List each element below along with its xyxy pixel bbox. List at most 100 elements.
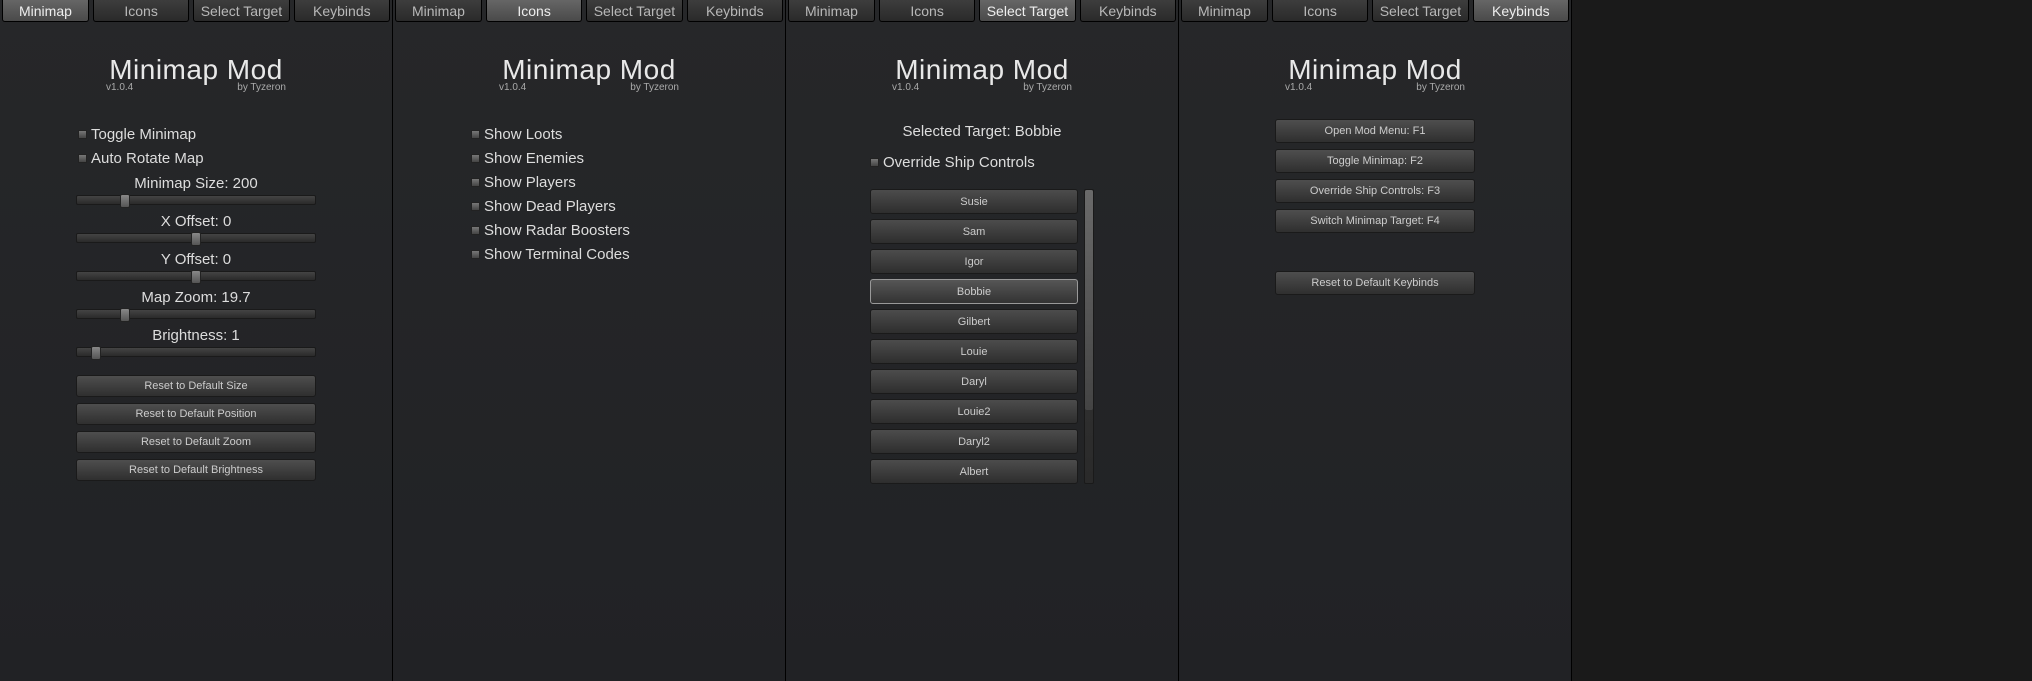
target-button-louie2[interactable]: Louie2 — [870, 399, 1078, 424]
show-players-label: Show Players — [484, 174, 576, 191]
slider-thumb[interactable] — [120, 194, 130, 208]
auto-rotate-label: Auto Rotate Map — [91, 150, 204, 167]
checkbox-icon[interactable] — [471, 202, 480, 211]
reset-keybinds-button[interactable]: Reset to Default Keybinds — [1275, 271, 1475, 295]
tab-icons[interactable]: Icons — [1272, 0, 1368, 22]
target-button-igor[interactable]: Igor — [870, 249, 1078, 274]
reset-size-button[interactable]: Reset to Default Size — [76, 375, 316, 397]
mod-version: v1.0.4 — [1285, 82, 1312, 93]
tab-select-target[interactable]: Select Target — [586, 0, 682, 22]
keybind-switch-target-button[interactable]: Switch Minimap Target: F4 — [1275, 209, 1475, 233]
slider-thumb[interactable] — [120, 308, 130, 322]
checkbox-icon[interactable] — [471, 250, 480, 259]
slider-y-offset[interactable]: Y Offset: 0 — [76, 251, 316, 281]
tab-minimap[interactable]: Minimap — [2, 0, 89, 22]
target-button-gilbert[interactable]: Gilbert — [870, 309, 1078, 334]
slider-minimap-size[interactable]: Minimap Size: 200 — [76, 175, 316, 205]
slider-label: Brightness: 1 — [76, 327, 316, 344]
target-list: Susie Sam Igor Bobbie Gilbert Louie Daryl Louie… — [870, 189, 1078, 484]
show-dead-label: Show Dead Players — [484, 198, 616, 215]
slider-map-zoom[interactable]: Map Zoom: 19.7 — [76, 289, 316, 319]
show-terminal-row[interactable]: Show Terminal Codes — [471, 246, 769, 263]
show-radar-label: Show Radar Boosters — [484, 222, 630, 239]
target-button-daryl[interactable]: Daryl — [870, 369, 1078, 394]
mod-author: by Tyzeron — [1023, 82, 1072, 93]
tab-keybinds[interactable]: Keybinds — [687, 0, 783, 22]
slider-brightness[interactable]: Brightness: 1 — [76, 327, 316, 357]
checkbox-icon[interactable] — [870, 158, 879, 167]
slider-label: X Offset: 0 — [76, 213, 316, 230]
selected-target-label: Selected Target: Bobbie — [802, 123, 1162, 140]
tab-minimap[interactable]: Minimap — [395, 0, 482, 22]
mod-version: v1.0.4 — [892, 82, 919, 93]
slider-x-offset[interactable]: X Offset: 0 — [76, 213, 316, 243]
tab-icons[interactable]: Icons — [486, 0, 582, 22]
tab-minimap[interactable]: Minimap — [1181, 0, 1268, 22]
show-enemies-row[interactable]: Show Enemies — [471, 150, 769, 167]
title-block: Minimap Mod v1.0.4 by Tyzeron — [0, 54, 392, 93]
show-enemies-label: Show Enemies — [484, 150, 584, 167]
checkbox-icon[interactable] — [471, 130, 480, 139]
checkbox-icon[interactable] — [471, 178, 480, 187]
panel-select-target: Minimap Icons Select Target Keybinds Min… — [786, 0, 1179, 681]
tab-row: Minimap Icons Select Target Keybinds — [393, 0, 785, 22]
tab-select-target[interactable]: Select Target — [1372, 0, 1468, 22]
mod-version: v1.0.4 — [106, 82, 133, 93]
panel-icons: Minimap Icons Select Target Keybinds Min… — [393, 0, 786, 681]
title-block: Minimap Mod v1.0.4 by Tyzeron — [786, 54, 1178, 93]
reset-position-button[interactable]: Reset to Default Position — [76, 403, 316, 425]
slider-thumb[interactable] — [91, 346, 101, 360]
keybind-toggle-minimap-button[interactable]: Toggle Minimap: F2 — [1275, 149, 1475, 173]
mod-title: Minimap Mod — [393, 54, 785, 86]
keybind-override-button[interactable]: Override Ship Controls: F3 — [1275, 179, 1475, 203]
tab-keybinds[interactable]: Keybinds — [1473, 0, 1569, 22]
show-loots-row[interactable]: Show Loots — [471, 126, 769, 143]
mod-version: v1.0.4 — [499, 82, 526, 93]
title-block: Minimap Mod v1.0.4 by Tyzeron — [393, 54, 785, 93]
target-button-daryl2[interactable]: Daryl2 — [870, 429, 1078, 454]
auto-rotate-row[interactable]: Auto Rotate Map — [78, 150, 376, 167]
show-radar-row[interactable]: Show Radar Boosters — [471, 222, 769, 239]
slider-label: Map Zoom: 19.7 — [76, 289, 316, 306]
show-loots-label: Show Loots — [484, 126, 562, 143]
target-button-bobbie[interactable]: Bobbie — [870, 279, 1078, 304]
target-button-susie[interactable]: Susie — [870, 189, 1078, 214]
scrollbar-thumb[interactable] — [1085, 190, 1093, 410]
tab-keybinds[interactable]: Keybinds — [1080, 0, 1176, 22]
mod-author: by Tyzeron — [1416, 82, 1465, 93]
tab-row: Minimap Icons Select Target Keybinds — [0, 0, 392, 22]
mod-author: by Tyzeron — [237, 82, 286, 93]
mod-title: Minimap Mod — [0, 54, 392, 86]
override-ship-label: Override Ship Controls — [883, 154, 1035, 171]
override-ship-row[interactable]: Override Ship Controls — [870, 154, 1162, 171]
target-button-sam[interactable]: Sam — [870, 219, 1078, 244]
tab-select-target[interactable]: Select Target — [193, 0, 289, 22]
panel-minimap: Minimap Icons Select Target Keybinds Min… — [0, 0, 393, 681]
slider-thumb[interactable] — [191, 270, 201, 284]
mod-author: by Tyzeron — [630, 82, 679, 93]
panel-keybinds: Minimap Icons Select Target Keybinds Min… — [1179, 0, 1572, 681]
checkbox-icon[interactable] — [78, 154, 87, 163]
tab-select-target[interactable]: Select Target — [979, 0, 1075, 22]
show-players-row[interactable]: Show Players — [471, 174, 769, 191]
toggle-minimap-label: Toggle Minimap — [91, 126, 196, 143]
tab-row: Minimap Icons Select Target Keybinds — [1179, 0, 1571, 22]
scrollbar[interactable] — [1084, 189, 1094, 484]
tab-minimap[interactable]: Minimap — [788, 0, 875, 22]
tab-icons[interactable]: Icons — [93, 0, 189, 22]
toggle-minimap-row[interactable]: Toggle Minimap — [78, 126, 376, 143]
slider-thumb[interactable] — [191, 232, 201, 246]
checkbox-icon[interactable] — [471, 154, 480, 163]
keybind-open-menu-button[interactable]: Open Mod Menu: F1 — [1275, 119, 1475, 143]
mod-title: Minimap Mod — [1179, 54, 1571, 86]
reset-brightness-button[interactable]: Reset to Default Brightness — [76, 459, 316, 481]
target-button-louie[interactable]: Louie — [870, 339, 1078, 364]
tab-icons[interactable]: Icons — [879, 0, 975, 22]
target-button-albert[interactable]: Albert — [870, 459, 1078, 484]
show-dead-row[interactable]: Show Dead Players — [471, 198, 769, 215]
reset-zoom-button[interactable]: Reset to Default Zoom — [76, 431, 316, 453]
checkbox-icon[interactable] — [78, 130, 87, 139]
checkbox-icon[interactable] — [471, 226, 480, 235]
tab-keybinds[interactable]: Keybinds — [294, 0, 390, 22]
slider-label: Y Offset: 0 — [76, 251, 316, 268]
